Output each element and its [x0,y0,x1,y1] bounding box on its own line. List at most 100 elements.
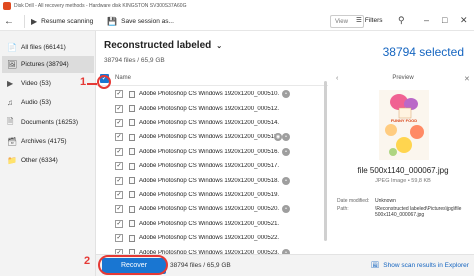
filters-button[interactable]: ☰ Filters [356,16,383,25]
table-scrollbar[interactable] [323,75,328,250]
preview-image [379,90,429,160]
row-checkbox[interactable]: ✓ [115,219,123,228]
minimize-button[interactable]: – [424,15,429,25]
sidebar: 📄 All files (66141) 🖼 Pictures (38794) ▶… [0,31,96,276]
recovery-chance-icon[interactable]: • [282,133,290,142]
table-row[interactable]: ✓ Adobe Photoshop CS Windows 1920x1200_00… [96,116,328,130]
table-row[interactable]: ✓ Adobe Photoshop CS Windows 1920x1200_00… [96,87,328,101]
recovery-chance-icon[interactable]: ◉ [274,133,282,142]
table-header: ✓ Name [96,72,328,86]
close-preview-icon[interactable]: ✕ [464,75,470,83]
annotation-circle-1 [97,75,111,89]
file-name: Adobe Photoshop CS Windows 1920x1200_000… [139,134,279,141]
toolbar-divider [24,14,25,28]
sidebar-item-audio[interactable]: ♫ Audio (53) [2,94,94,111]
close-button[interactable]: ✕ [460,15,468,26]
row-checkbox[interactable]: ✓ [115,176,123,185]
table-row[interactable]: ✓ Adobe Photoshop CS Windows 1920x1200_00… [96,130,328,144]
sidebar-item-pictures[interactable]: 🖼 Pictures (38794) [2,56,94,73]
file-name: Adobe Photoshop CS Windows 1920x1200_000… [139,91,279,98]
archive-icon: 🗃 [7,137,18,146]
filters-label: Filters [364,16,383,24]
search-icon[interactable]: ⚲ [398,15,405,26]
date-value: Unknown [375,198,396,204]
save-icon: 💾 [107,16,118,26]
preview-date-row: Date modified: Unknown [337,198,396,204]
files-icon: 📄 [7,43,17,52]
row-checkbox[interactable]: ✓ [115,234,123,243]
save-session-button[interactable]: 💾 Save session as... [107,17,174,26]
picture-icon: 🖼 [7,60,18,69]
table-row[interactable]: ✓ Adobe Photoshop CS Windows 1920x1200_00… [96,231,328,245]
file-icon [129,177,135,185]
row-checkbox[interactable]: ✓ [115,118,123,127]
audio-icon: ♫ [7,98,13,107]
annotation-number-1: 1 [80,76,87,88]
sidebar-item-other[interactable]: 📁 Other (6334) [2,152,94,169]
table-row[interactable]: ✓ Adobe Photoshop CS Windows 1920x1200_00… [96,202,328,216]
file-icon [129,133,135,141]
explorer-icon: 🖼 [371,262,380,269]
row-checkbox[interactable]: ✓ [115,190,123,199]
toolbar: ← ▶ Resume scanning 💾 Save session as...… [0,12,474,31]
annotation-number-2: 2 [84,255,91,267]
footer-file-info: 38794 files / 65,9 GB [170,262,231,269]
table-row[interactable]: ✓ Adobe Photoshop CS Windows 1920x1200_00… [96,101,328,115]
row-checkbox[interactable]: ✓ [115,133,123,142]
table-row[interactable]: ✓ Adobe Photoshop CS Windows 1920x1200_00… [96,159,328,173]
preview-path-row: Path: \Reconstructed labeled\Pictures\jp… [337,206,461,218]
column-header-name[interactable]: Name [115,75,131,81]
filter-icon: ☰ [356,17,362,24]
location-dropdown[interactable]: Reconstructed labeled ⌄ [104,40,222,51]
file-name: Adobe Photoshop CS Windows 1920x1200_000… [139,177,279,184]
sidebar-item-all-files[interactable]: 📄 All files (66141) [2,39,94,56]
row-checkbox[interactable]: ✓ [115,205,123,214]
show-in-explorer-link[interactable]: 🖼 Show scan results in Explorer [371,261,469,270]
annotation-circle-2 [98,255,168,275]
sidebar-item-archives[interactable]: 🗃 Archives (4175) [2,133,94,150]
sidebar-item-label: Other (6334) [21,157,58,164]
file-icon [129,205,135,213]
back-button[interactable]: ← [4,16,18,27]
recovery-chance-icon[interactable]: • [282,176,290,185]
recovery-chance-icon[interactable]: • [282,90,290,99]
resume-scanning-label: Resume scanning [41,17,94,25]
table-row[interactable]: ✓ Adobe Photoshop CS Windows 1920x1200_00… [96,217,328,231]
sidebar-item-label: Documents (16253) [21,119,79,126]
sidebar-item-label: Archives (4175) [21,138,67,145]
row-checkbox[interactable]: ✓ [115,162,123,171]
annotation-arrow-1 [87,83,97,85]
file-name: Adobe Photoshop CS Windows 1920x1200_000… [139,119,279,126]
preview-panel: ‹ Preview ✕ FUNNY FOOD file 500x1140_000… [332,72,474,254]
row-checkbox[interactable]: ✓ [115,90,123,99]
preview-label: Preview [392,75,414,81]
row-checkbox[interactable]: ✓ [115,104,123,113]
file-name: Adobe Photoshop CS Windows 1920x1200_000… [139,105,279,112]
recovery-chance-icon[interactable]: • [282,147,290,156]
table-row[interactable]: ✓ Adobe Photoshop CS Windows 1920x1200_00… [96,173,328,187]
sidebar-item-documents[interactable]: 🗎 Documents (16253) [2,114,94,131]
sidebar-item-label: All files (66141) [21,44,66,51]
scrollbar-thumb[interactable] [324,81,327,241]
file-icon [129,119,135,127]
table-row[interactable]: ✓ Adobe Photoshop CS Windows 1920x1200_00… [96,188,328,202]
selected-count: 38794 selected [382,45,464,59]
preview-file-meta: JPEG Image • 59,8 KB [375,178,431,184]
view-label: View [335,18,348,25]
resume-scanning-button[interactable]: ▶ Resume scanning [31,17,93,26]
recovery-chance-icon[interactable]: • [282,205,290,214]
preview-image-caption: FUNNY FOOD [390,118,418,123]
app-logo-icon [3,2,11,10]
document-icon: 🗎 [7,116,14,126]
table-row[interactable]: ✓ Adobe Photoshop CS Windows 1920x1200_00… [96,145,328,159]
file-name: Adobe Photoshop CS Windows 1920x1200_000… [139,235,279,242]
preview-file-name: file 500x1140_000067.jpg [357,166,449,175]
page-subtitle: 38794 files / 65,9 GB [104,57,165,64]
explorer-label: Show scan results in Explorer [383,261,469,269]
video-icon: ▶ [7,79,14,88]
row-checkbox[interactable]: ✓ [115,147,123,156]
page-title: Reconstructed labeled [104,40,212,51]
file-icon [129,90,135,98]
maximize-button[interactable]: □ [442,15,447,25]
file-icon [129,220,135,228]
